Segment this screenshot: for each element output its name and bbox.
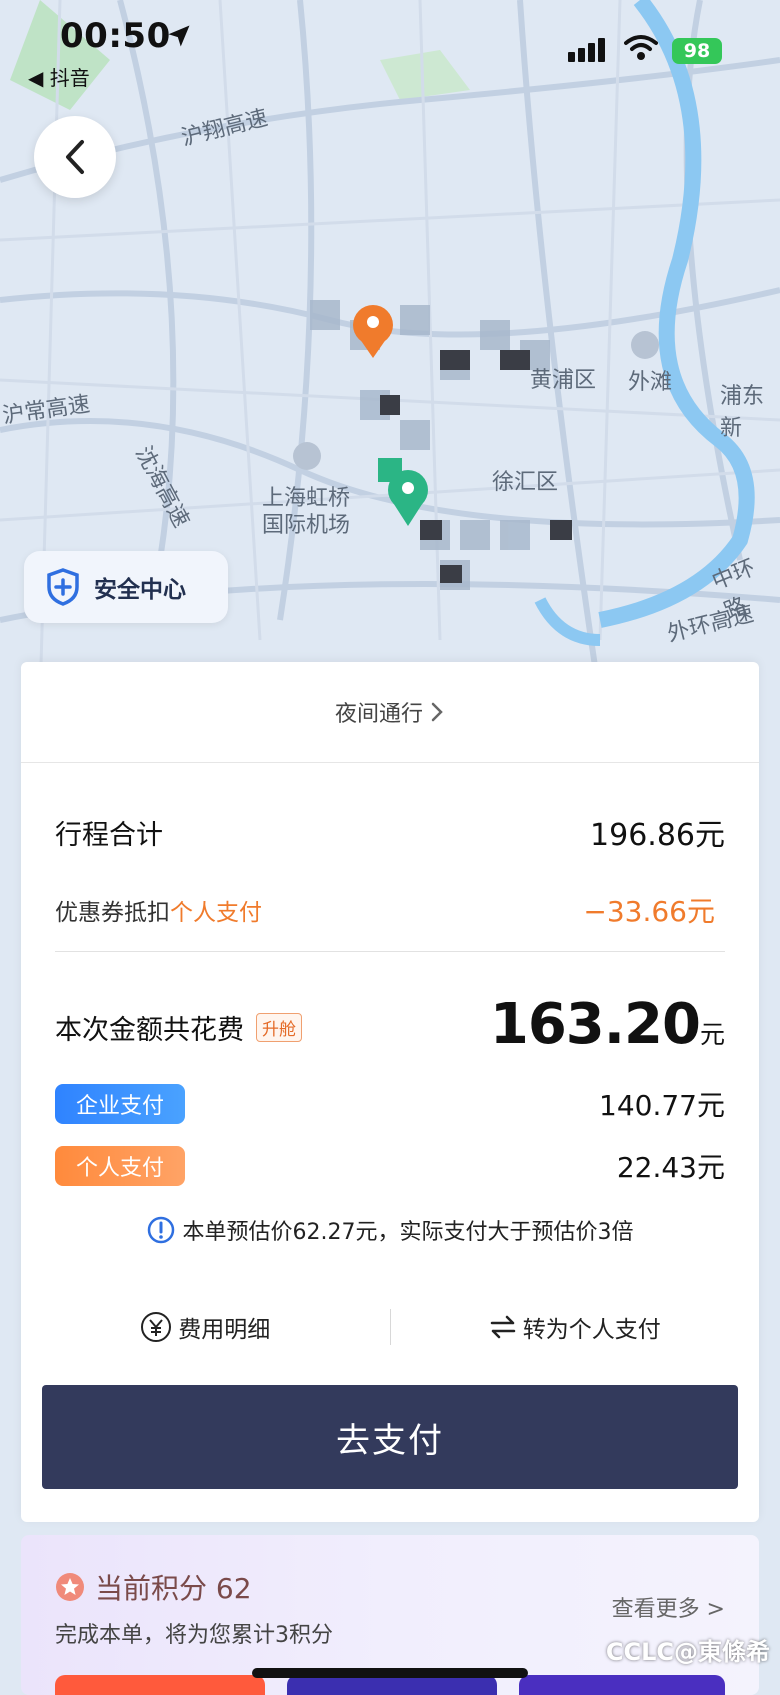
trip-total-label: 行程合计 bbox=[55, 819, 163, 851]
home-indicator[interactable] bbox=[252, 1668, 528, 1678]
map-label: 国际机场 bbox=[262, 513, 351, 538]
shield-plus-icon bbox=[46, 568, 80, 606]
chip[interactable] bbox=[519, 1675, 725, 1695]
cellular-signal-icon bbox=[568, 38, 608, 66]
trip-total-row: 行程合计 196.86元 bbox=[55, 810, 725, 854]
coupon-row: 优惠券抵扣个人支付 −33.66元 bbox=[55, 890, 725, 930]
spend-amount: 163.20 bbox=[489, 992, 701, 1057]
chevron-right-icon bbox=[431, 702, 443, 722]
watermark: CCLC@東條希 bbox=[605, 1638, 770, 1666]
switch-personal-pay-button[interactable]: 转为个人支付 bbox=[391, 1310, 760, 1344]
points-title: 当前积分 62 bbox=[95, 1572, 252, 1605]
back-to-app-link[interactable]: ◀ 抖音 bbox=[28, 62, 90, 91]
spend-label: 本次金额共花费 bbox=[55, 1015, 244, 1046]
night-travel-link[interactable]: 夜间通行 bbox=[21, 662, 759, 763]
payment-card: 夜间通行 行程合计 196.86元 优惠券抵扣个人支付 −33.66元 本次金额… bbox=[21, 662, 759, 1522]
points-subtitle: 完成本单，将为您累计3积分 bbox=[55, 1623, 333, 1648]
status-bar: 00:50 ◀ 抖音 98 bbox=[0, 0, 780, 100]
location-arrow-icon bbox=[165, 22, 193, 54]
enterprise-pay-badge: 企业支付 bbox=[55, 1084, 185, 1124]
map-label: 外滩 bbox=[628, 370, 673, 395]
price-notice: 本单预估价62.27元，实际支付大于预估价3倍 bbox=[21, 1214, 759, 1246]
spend-unit: 元 bbox=[699, 1020, 725, 1049]
trip-total-value: 196.86元 bbox=[590, 818, 725, 853]
coupon-value: −33.66元 bbox=[583, 895, 715, 928]
enterprise-pay-value: 140.77元 bbox=[599, 1089, 725, 1122]
coupon-payer: 个人支付 bbox=[170, 900, 262, 926]
points-chip-row bbox=[21, 1675, 759, 1695]
wifi-icon bbox=[624, 34, 658, 66]
fee-detail-label: 费用明细 bbox=[178, 1317, 271, 1343]
personal-pay-row: 个人支付 22.43元 bbox=[55, 1146, 725, 1186]
switch-personal-pay-label: 转为个人支付 bbox=[522, 1317, 661, 1343]
back-button[interactable] bbox=[34, 116, 116, 198]
info-icon bbox=[147, 1216, 175, 1244]
divider bbox=[55, 951, 725, 952]
price-notice-text: 本单预估价62.27元，实际支付大于预估价3倍 bbox=[182, 1220, 634, 1245]
star-badge-icon bbox=[55, 1572, 85, 1602]
coupon-label: 优惠券抵扣 bbox=[55, 900, 170, 926]
enterprise-pay-row: 企业支付 140.77元 bbox=[55, 1084, 725, 1124]
upgrade-tag: 升舱 bbox=[256, 1013, 302, 1042]
yen-icon bbox=[140, 1311, 172, 1343]
swap-arrows-icon bbox=[489, 1315, 517, 1339]
chip[interactable] bbox=[287, 1675, 497, 1695]
personal-pay-value: 22.43元 bbox=[616, 1151, 725, 1184]
safety-center-button[interactable]: 安全中心 bbox=[24, 551, 228, 623]
chevron-left-icon bbox=[66, 140, 84, 174]
battery-indicator: 98 bbox=[672, 38, 722, 64]
fee-detail-button[interactable]: 费用明细 bbox=[21, 1310, 390, 1344]
status-time: 00:50 bbox=[60, 16, 171, 56]
safety-center-label: 安全中心 bbox=[94, 577, 186, 603]
action-row: 费用明细 转为个人支付 bbox=[21, 1302, 759, 1352]
night-travel-label: 夜间通行 bbox=[334, 702, 423, 727]
view-more-link[interactable]: 查看更多 > bbox=[612, 1591, 725, 1623]
chip[interactable] bbox=[55, 1675, 265, 1695]
personal-pay-badge: 个人支付 bbox=[55, 1146, 185, 1186]
map-label: 黄浦区 bbox=[530, 368, 597, 393]
pay-button[interactable]: 去支付 bbox=[42, 1385, 738, 1489]
map-label: 浦东新 bbox=[720, 384, 765, 441]
spend-row: 本次金额共花费 升舱 163.20元 bbox=[55, 992, 725, 1057]
map-label: 徐汇区 bbox=[492, 470, 559, 495]
